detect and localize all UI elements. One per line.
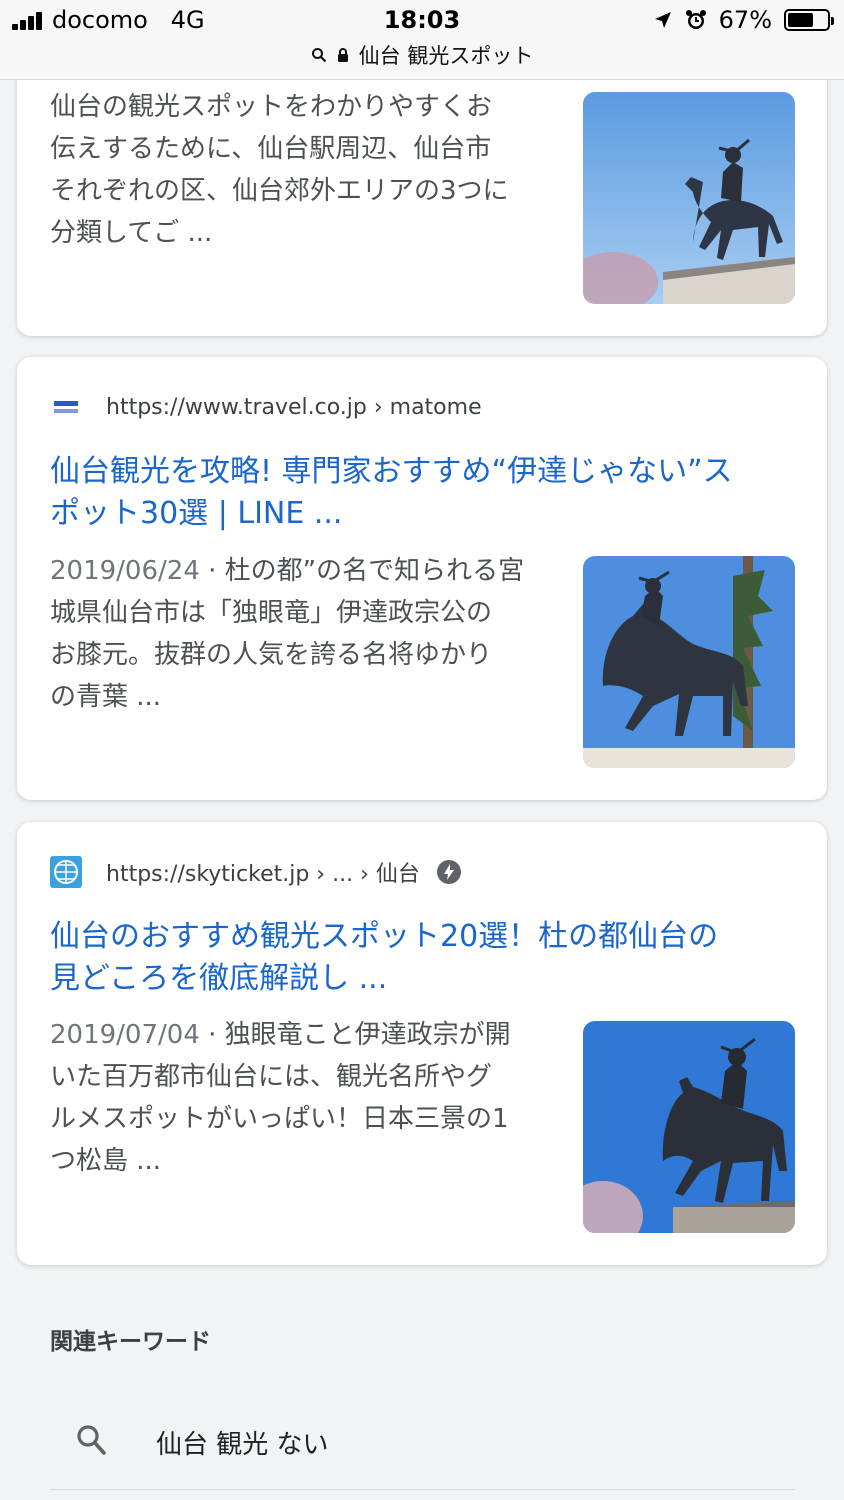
line-travel-favicon: [50, 391, 82, 423]
lock-icon: [337, 48, 348, 62]
search-result-card[interactable]: https://skyticket.jp › ... › 仙台 仙台のおすすめ観…: [17, 822, 827, 1265]
statue-image: [583, 556, 795, 768]
result-date: 2019/06/24: [50, 556, 200, 586]
result-date: 2019/07/04: [50, 1020, 200, 1050]
location-arrow-icon: [654, 12, 671, 28]
browser-top-bar: docomo 4G 18:03 67% 仙台 観光スポット: [0, 0, 844, 80]
related-keyword-item[interactable]: 仙台 観光 ない: [50, 1400, 795, 1490]
result-source[interactable]: https://skyticket.jp › ... › 仙台: [50, 856, 462, 888]
result-url: https://www.travel.co.jp › matome: [106, 394, 482, 420]
result-snippet: 2019/07/04 · 独眼竜こと伊達政宗が開 いた百万都市仙台には、観光名所…: [50, 1020, 511, 1176]
search-result-card[interactable]: 仙台の観光スポットをわかりやすくお 伝えするために、仙台駅周辺、仙台市 それぞれ…: [17, 40, 827, 336]
search-result-card[interactable]: https://www.travel.co.jp › matome 仙台観光を攻…: [17, 357, 827, 800]
result-snippet: 2019/06/24 · 杜の都”の名で知られる宮 城県仙台市は「独眼竜」伊達政…: [50, 556, 525, 712]
statue-image: [583, 1021, 795, 1233]
statue-image: [583, 92, 795, 304]
search-icon: [77, 1425, 106, 1455]
search-icon: [311, 48, 326, 63]
result-thumbnail[interactable]: [583, 556, 795, 768]
result-thumbnail[interactable]: [583, 92, 795, 304]
status-bar: docomo 4G 18:03 67%: [0, 0, 844, 42]
battery-percent: 67%: [718, 6, 772, 34]
result-source[interactable]: https://www.travel.co.jp › matome: [50, 391, 482, 423]
related-keyword-label: 仙台 観光 ない: [156, 1430, 329, 1460]
related-keywords-heading: 関連キーワード: [50, 1329, 211, 1355]
amp-lightning-icon: [436, 860, 461, 884]
skyticket-favicon: [50, 856, 82, 888]
result-url: https://skyticket.jp › ... › 仙台: [106, 862, 420, 887]
result-thumbnail[interactable]: [583, 1021, 795, 1233]
url-bar[interactable]: 仙台 観光スポット: [0, 40, 844, 70]
result-title-link[interactable]: 仙台観光を攻略! 専門家おすすめ“伊達じゃない”ス ポット30選 | LINE …: [50, 451, 790, 535]
result-snippet: 仙台の観光スポットをわかりやすくお 伝えするために、仙台駅周辺、仙台市 それぞれ…: [50, 92, 509, 248]
alarm-icon: [685, 10, 706, 29]
battery-icon: [784, 9, 834, 31]
result-title-link[interactable]: 仙台のおすすめ観光スポット20選！杜の都仙台の 見どころを徹底解説し ...: [50, 916, 790, 1000]
url-query: 仙台 観光スポット: [358, 44, 534, 68]
